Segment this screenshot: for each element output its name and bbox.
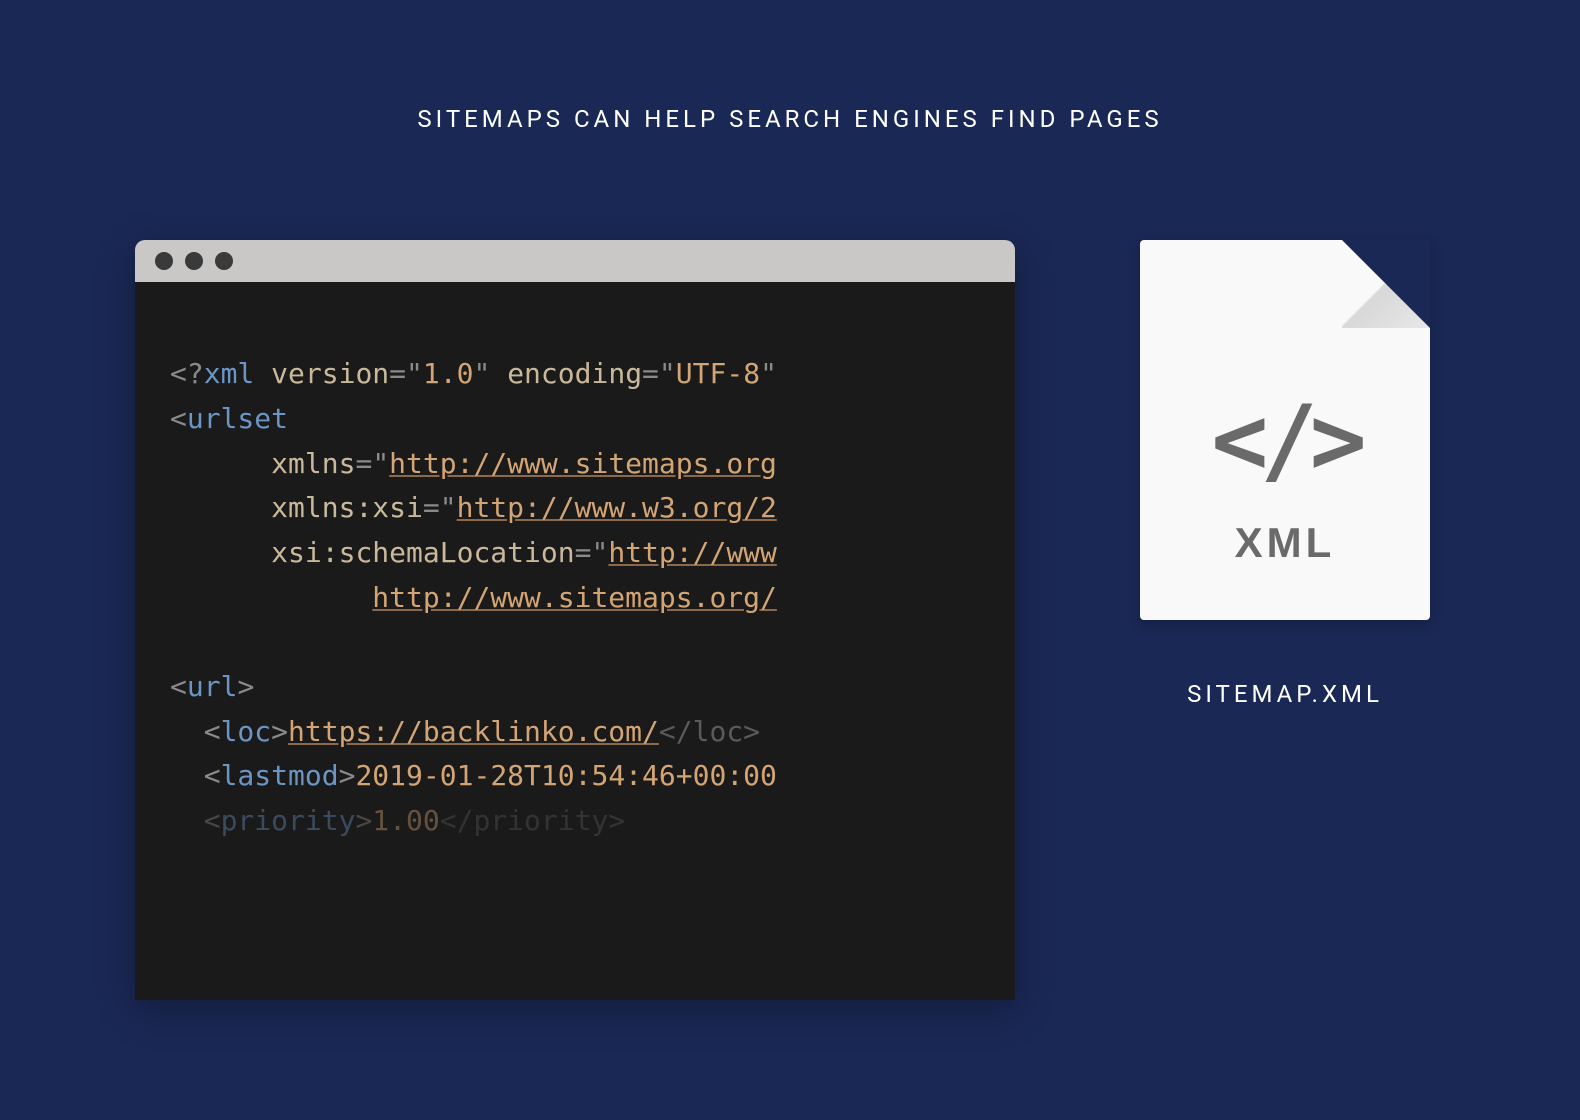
code-line: http://www.sitemaps.org/	[170, 576, 1015, 621]
code-body: <?xml version="1.0" encoding="UTF-8" <ur…	[135, 282, 1015, 1000]
traffic-light-close-icon	[155, 252, 173, 270]
traffic-light-minimize-icon	[185, 252, 203, 270]
code-window: <?xml version="1.0" encoding="UTF-8" <ur…	[135, 240, 1015, 1000]
page-fold-icon	[1342, 240, 1430, 328]
code-line: xsi:schemaLocation="http://www	[170, 531, 1015, 576]
file-name-label: SITEMAP.XML	[1115, 680, 1455, 708]
file-panel: </> XML SITEMAP.XML	[1115, 240, 1455, 708]
code-bracket-icon: </>	[1211, 394, 1359, 489]
window-titlebar	[135, 240, 1015, 282]
traffic-light-zoom-icon	[215, 252, 233, 270]
code-line: <?xml version="1.0" encoding="UTF-8"	[170, 352, 1015, 397]
xml-file-icon: </> XML	[1140, 240, 1430, 620]
code-line: <url>	[170, 665, 1015, 710]
code-line: <priority>1.00</priority>	[170, 799, 1015, 844]
page-title: SITEMAPS CAN HELP SEARCH ENGINES FIND PA…	[0, 105, 1580, 133]
code-line: xmlns="http://www.sitemaps.org	[170, 442, 1015, 487]
code-line: <lastmod>2019-01-28T10:54:46+00:00	[170, 754, 1015, 799]
code-line: xmlns:xsi="http://www.w3.org/2	[170, 486, 1015, 531]
file-extension-label: XML	[1235, 519, 1336, 567]
code-line: <loc>https://backlinko.com/</loc>	[170, 710, 1015, 755]
code-line: <urlset	[170, 397, 1015, 442]
